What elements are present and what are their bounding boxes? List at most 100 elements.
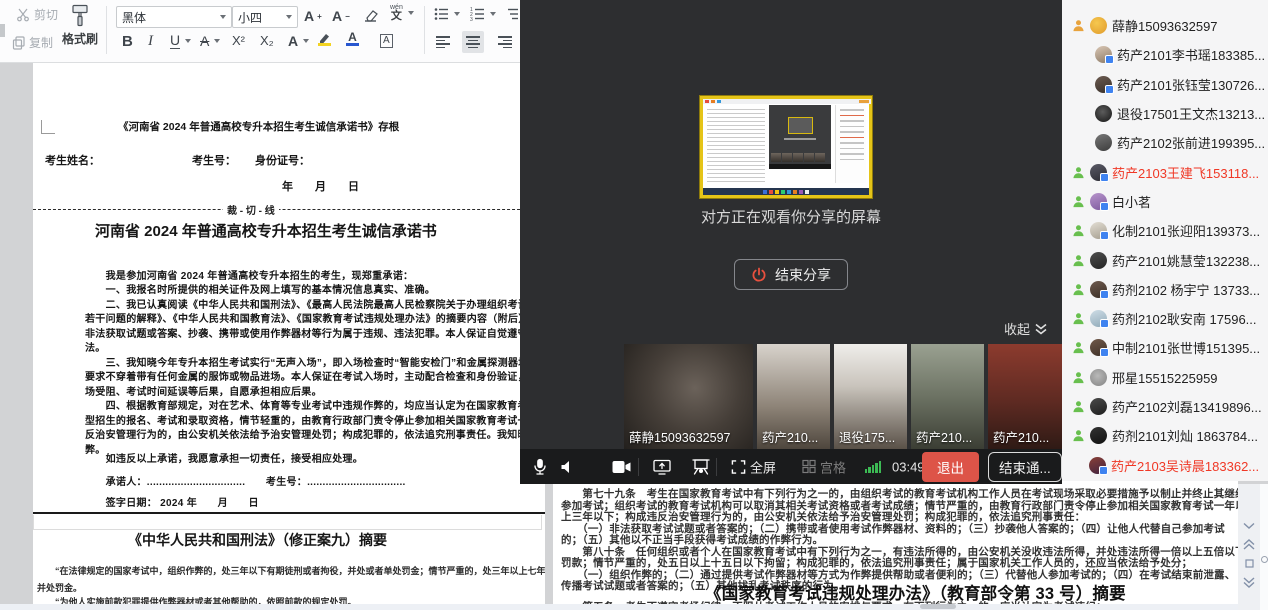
thumbnail-document	[707, 109, 765, 183]
align-center-icon	[466, 34, 480, 50]
participant-name: 白小茗	[1112, 192, 1151, 211]
highlight-button[interactable]	[318, 31, 331, 46]
numbered-list-button[interactable]: 123	[470, 7, 496, 21]
main-title: 河南省 2024 年普通高校专升本招生考生诚信承诺书	[95, 220, 437, 241]
microphone-button[interactable]	[532, 458, 548, 475]
format-painter-button[interactable]: 格式刷	[62, 4, 98, 47]
person-status-icon	[1072, 254, 1085, 267]
participant-row[interactable]: 药产2103吴诗晨183362...	[1062, 450, 1268, 479]
person-status-icon	[1072, 224, 1085, 237]
horizontal-scrollbar-handle[interactable]	[920, 604, 956, 609]
superscript-button[interactable]: X²	[232, 33, 245, 48]
grow-font-button[interactable]: A+	[304, 8, 322, 24]
bullet-list-button[interactable]	[434, 7, 460, 21]
participant-name: 药剂2102耿安南 17596...	[1112, 309, 1257, 328]
end-call-button[interactable]: 结束通...	[988, 452, 1062, 482]
collapse-button[interactable]: 收起	[1004, 319, 1048, 338]
clear-format-button[interactable]	[362, 9, 378, 23]
participant-row[interactable]: 药剂2102 杨宇宁 13733...	[1062, 275, 1268, 304]
double-chevron-down-icon	[1034, 322, 1048, 336]
field-id-label: 身份证号：	[255, 152, 310, 168]
next-page-icon[interactable]	[1243, 577, 1255, 588]
text-effect-glyph: A	[288, 33, 298, 49]
exit-button[interactable]: 退出	[922, 452, 979, 482]
empty-form-box	[33, 515, 542, 530]
shared-screen-thumbnail[interactable]	[700, 96, 872, 198]
text-effect-button[interactable]: A	[288, 33, 309, 49]
participant-row[interactable]: 中制2101张世博151395...	[1062, 333, 1268, 362]
participant-row[interactable]: 药产2101张钰莹130726...	[1062, 70, 1268, 99]
body-line: 承诺人：................................ 考生号…	[85, 473, 406, 488]
whiteboard-button[interactable]	[692, 459, 710, 475]
align-right-button[interactable]	[494, 31, 516, 53]
font-color-button[interactable]: A	[346, 31, 359, 46]
grid-icon	[802, 460, 816, 474]
participant-row[interactable]: 药产2102张前进199395...	[1062, 128, 1268, 157]
video-tile[interactable]: 退役175...	[834, 344, 907, 449]
participant-name: 药剂2101刘灿 1863784...	[1112, 426, 1258, 445]
body-line: 反治安管理行为的，由公安机关依法给予治安管理处罚；构成犯罪的，依法追究刑事责任。…	[85, 426, 545, 441]
participant-row[interactable]: 薛静15093632597	[1062, 11, 1268, 40]
phonetic-guide-icon: wén 文	[390, 4, 403, 22]
margin-crop-mark	[41, 120, 55, 134]
participant-name: 药剂2102 杨宇宁 13733...	[1112, 280, 1260, 299]
person-status-icon	[1072, 19, 1085, 32]
end-share-button[interactable]: 结束分享	[734, 259, 848, 290]
participant-row[interactable]: 药产2103王建飞153118...	[1062, 157, 1268, 186]
align-center-button[interactable]	[462, 31, 484, 53]
participant-row[interactable]: 白小茗	[1062, 187, 1268, 216]
participant-row[interactable]: 邢星15515225959	[1062, 363, 1268, 392]
participant-row[interactable]: 药剂2102耿安南 17596...	[1062, 304, 1268, 333]
scroll-down-icon[interactable]	[1243, 522, 1255, 530]
shrink-font-button[interactable]: A−	[332, 8, 350, 24]
select-browse-object-icon[interactable]	[1245, 559, 1254, 568]
speaker-button[interactable]	[560, 459, 575, 474]
font-size-select[interactable]: 小四	[232, 6, 298, 28]
person-status-icon	[1072, 400, 1085, 413]
participant-row[interactable]: 化制2101张迎阳139373...	[1062, 216, 1268, 245]
gear-icon[interactable]	[1261, 556, 1268, 563]
cut-button[interactable]: 剪切	[16, 6, 58, 23]
person-status-icon	[1072, 429, 1085, 442]
bold-button[interactable]: B	[122, 33, 133, 50]
char-border-button[interactable]: A	[380, 34, 393, 48]
font-name-value: 黑体	[122, 9, 146, 26]
fullscreen-button[interactable]: 全屏	[731, 457, 776, 476]
video-tile-name: 薛静15093632597	[629, 427, 730, 446]
video-tile[interactable]: 薛静15093632597	[624, 344, 753, 449]
phonetic-guide-button[interactable]: wén 文	[390, 4, 414, 22]
align-left-button[interactable]	[432, 31, 454, 53]
camera-button[interactable]	[612, 460, 631, 473]
underline-button[interactable]: U	[170, 33, 191, 49]
multilevel-list-button[interactable]	[508, 7, 520, 21]
law-line: “在法律规定的国家考试中，组织作弊的，处三年以下有期徒刑或者拘役，并处或者单处罚…	[37, 564, 545, 577]
participant-name: 药产2101李书瑶183385...	[1117, 45, 1265, 64]
video-tile[interactable]: 药产210...	[911, 344, 984, 449]
cut-line	[33, 209, 545, 210]
video-tile-name: 药产210...	[762, 427, 818, 446]
participant-row[interactable]: 药剂2101刘灿 1863784...	[1062, 421, 1268, 450]
copy-button[interactable]: 复制	[12, 34, 53, 51]
mobile-online-badge	[1100, 348, 1109, 357]
previous-page-icon[interactable]	[1243, 539, 1255, 550]
font-name-select[interactable]: 黑体	[116, 6, 232, 28]
speaker-icon	[560, 459, 575, 474]
subscript-button[interactable]: X₂	[260, 33, 274, 48]
status-bar	[0, 604, 1240, 610]
video-tile[interactable]: 药产210...	[757, 344, 830, 449]
grid-view-button[interactable]: 宫格	[802, 457, 846, 476]
video-tile[interactable]: 药产210...	[988, 344, 1062, 449]
participant-row[interactable]: 药产2101李书瑶183385...	[1062, 40, 1268, 69]
font-size-value: 小四	[238, 9, 262, 26]
share-screen-button[interactable]	[653, 459, 671, 475]
participant-row[interactable]: 药产2101姚慧莹132238...	[1062, 245, 1268, 274]
subscript-glyph: X₂	[260, 33, 274, 48]
participant-name: 药产2103吴诗晨183362...	[1111, 456, 1259, 475]
clipped-paste-icon	[0, 24, 5, 37]
participant-row[interactable]: 退役17501王文杰13213...	[1062, 99, 1268, 128]
strikethrough-button[interactable]: A	[200, 33, 220, 49]
video-tile-name: 药产210...	[993, 427, 1049, 446]
italic-button[interactable]: I	[148, 33, 153, 50]
body-line: 场受阻、考试时间延误等后果，自愿承担相应后果。	[85, 383, 322, 398]
participant-row[interactable]: 药产2102刘磊13419896...	[1062, 392, 1268, 421]
